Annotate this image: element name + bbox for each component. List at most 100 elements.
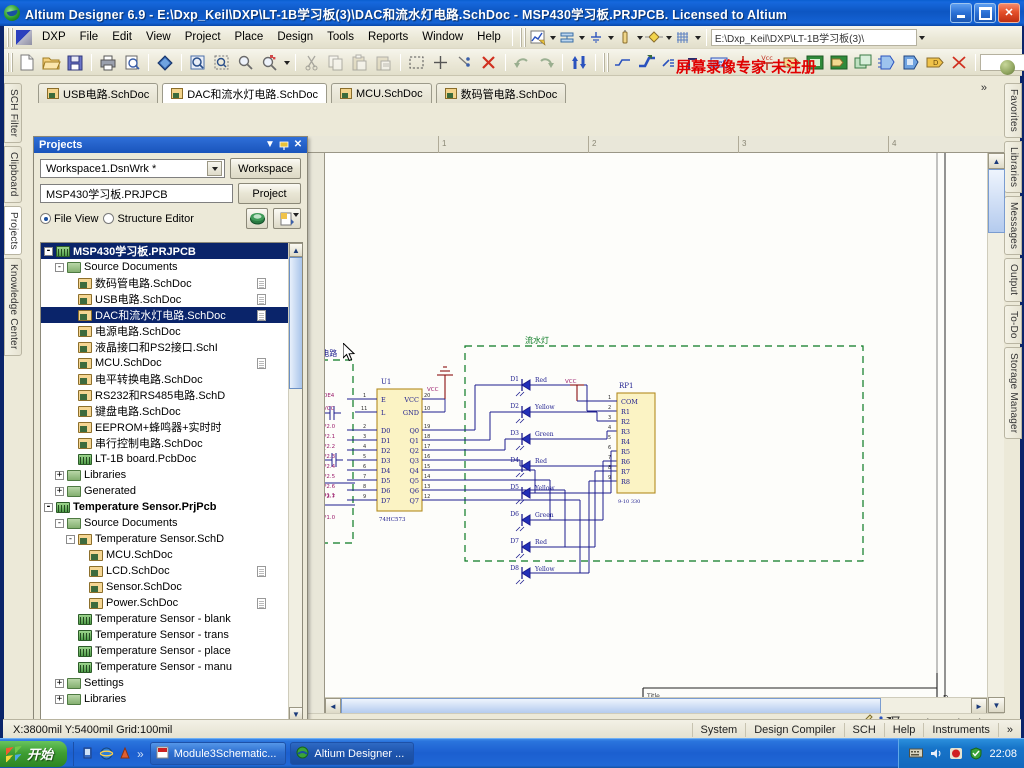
tree-node[interactable]: EEPROM+蜂鸣器+实时时	[41, 419, 288, 435]
red-dot-icon[interactable]	[949, 747, 963, 761]
status-panel-help[interactable]: Help	[883, 722, 924, 737]
tree-node[interactable]: + Libraries	[41, 467, 288, 483]
scroll-left-button[interactable]: ◄	[325, 698, 341, 714]
zoom-filter-icon[interactable]	[259, 52, 281, 73]
tree-node[interactable]: LT-1B board.PcbDoc	[41, 451, 288, 467]
tree-node[interactable]: - Source Documents	[41, 259, 288, 275]
tree-node[interactable]: 数码管电路.SchDoc	[41, 275, 288, 291]
expand-toggle-icon[interactable]: +	[55, 678, 64, 688]
paste-special-icon[interactable]	[373, 52, 395, 73]
print-icon[interactable]	[97, 52, 119, 73]
pin-icon[interactable]	[278, 139, 290, 151]
move-icon[interactable]	[430, 52, 452, 73]
tree-node[interactable]: 电源电路.SchDoc	[41, 323, 288, 339]
canvas-vertical-scrollbar[interactable]: ▲ ▼	[987, 153, 1005, 713]
expand-toggle-icon[interactable]: +	[55, 486, 64, 496]
save-icon[interactable]	[64, 52, 86, 73]
doc-tab-usb[interactable]: USB电路.SchDoc	[38, 83, 159, 103]
start-button[interactable]: 开始	[0, 740, 68, 767]
clear-filter-icon[interactable]	[454, 52, 476, 73]
keyboard-icon[interactable]	[909, 747, 924, 761]
doc-tab-mcu[interactable]: MCU.SchDoc	[331, 83, 432, 103]
tree-node[interactable]: + Generated	[41, 483, 288, 499]
doc-tabs-more-button[interactable]: »	[981, 82, 987, 94]
paste-icon[interactable]	[349, 52, 371, 73]
tree-node[interactable]: MCU.SchDoc	[41, 355, 288, 371]
dock-tab-clipboard[interactable]: Clipboard	[4, 146, 22, 203]
dock-tab-sch-filter[interactable]: SCH Filter	[4, 83, 22, 144]
tree-node[interactable]: + Libraries	[41, 691, 288, 707]
up-down-arrows-icon[interactable]	[568, 52, 590, 73]
zoom-selection-icon[interactable]	[211, 52, 233, 73]
delete-cross-icon[interactable]	[478, 52, 500, 73]
menu-design[interactable]: Design	[270, 28, 320, 46]
new-document-icon[interactable]	[16, 52, 38, 73]
volume-icon[interactable]	[929, 747, 943, 761]
expand-toggle-icon[interactable]: +	[55, 470, 64, 480]
menu-tools[interactable]: Tools	[320, 28, 361, 46]
menu-grip[interactable]	[6, 27, 13, 47]
close-button[interactable]: ✕	[998, 3, 1020, 23]
net-color-icon[interactable]	[644, 29, 663, 46]
taskbar-item-altium[interactable]: Altium Designer ...	[290, 742, 415, 765]
status-panel-design-compiler[interactable]: Design Compiler	[745, 722, 843, 737]
copy-icon[interactable]	[325, 52, 347, 73]
tree-node[interactable]: Power.SchDoc	[41, 595, 288, 611]
tree-node[interactable]: LCD.SchDoc	[41, 563, 288, 579]
workspace-button[interactable]: Workspace	[230, 158, 301, 179]
radio-structure-editor[interactable]: Structure Editor	[103, 213, 194, 225]
menu-project[interactable]: Project	[178, 28, 228, 46]
place-directive-icon[interactable]: D	[924, 52, 946, 73]
scroll-down-button[interactable]: ▼	[988, 697, 1005, 713]
dock-tab-output[interactable]: Output	[1004, 258, 1022, 302]
dock-tab-projects[interactable]: Projects	[4, 205, 22, 256]
compile-icon[interactable]	[246, 208, 268, 229]
zoom-dropdown-icon[interactable]	[282, 54, 291, 71]
open-folder-icon[interactable]	[40, 52, 62, 73]
radio-file-view[interactable]: File View	[40, 213, 98, 225]
chart-tool-dropdown-icon[interactable]	[548, 29, 557, 46]
tree-node[interactable]: + Settings	[41, 675, 288, 691]
project-tree[interactable]: - MSP430学习板.PRJPCB - Source Documents 数码管电路.…	[40, 242, 303, 722]
menu-edit[interactable]: Edit	[105, 28, 139, 46]
gnd-tool-dropdown-icon[interactable]	[606, 29, 615, 46]
tree-node[interactable]: 键盘电路.SchDoc	[41, 403, 288, 419]
open-project-icon[interactable]	[154, 52, 176, 73]
dock-tab-todo[interactable]: To-Do	[1004, 304, 1022, 345]
scroll-right-button[interactable]: ►	[971, 698, 987, 714]
chart-tool-icon[interactable]	[529, 29, 547, 46]
gnd-tool-icon[interactable]	[587, 29, 605, 46]
horizontal-scroll-thumb[interactable]	[341, 698, 881, 714]
clock[interactable]: 22:08	[989, 748, 1017, 760]
select-area-icon[interactable]	[406, 52, 428, 73]
redo-icon[interactable]	[535, 52, 557, 73]
tree-node[interactable]: - Temperature Sensor.PrjPcb	[41, 499, 288, 515]
show-desktop-icon[interactable]	[80, 746, 95, 761]
tree-scroll-up-button[interactable]: ▲	[289, 243, 302, 257]
options-icon[interactable]	[273, 208, 301, 229]
place-wire-icon[interactable]	[612, 52, 634, 73]
canvas-horizontal-scrollbar[interactable]: ◄ ►	[325, 697, 987, 714]
tree-node[interactable]: DAC和流水灯电路.SchDoc	[41, 307, 288, 323]
close-icon[interactable]: ✕	[292, 139, 304, 151]
tree-scroll-thumb[interactable]	[289, 257, 302, 389]
path-dropdown-icon[interactable]	[917, 29, 926, 46]
menu-window[interactable]: Window	[415, 28, 470, 46]
menu-dxp[interactable]: DXP	[35, 28, 73, 46]
path-combo[interactable]: E:\Dxp_Keil\DXP\LT-1B学习板(3)\	[710, 28, 917, 46]
minimize-button[interactable]	[950, 3, 972, 23]
tree-node[interactable]: - Source Documents	[41, 515, 288, 531]
collapse-toggle-icon[interactable]: -	[55, 518, 64, 528]
tree-node[interactable]: RS232和RS485电路.SchD	[41, 387, 288, 403]
tree-node[interactable]: USB电路.SchDoc	[41, 291, 288, 307]
tree-node[interactable]: 串行控制电路.SchDoc	[41, 435, 288, 451]
doc-tab-dac[interactable]: DAC和流水灯电路.SchDoc	[162, 83, 327, 103]
doc-tab-digitaltube[interactable]: 数码管电路.SchDoc	[435, 83, 567, 103]
quicklaunch-more-icon[interactable]: »	[137, 747, 144, 761]
menu-place[interactable]: Place	[228, 28, 271, 46]
bus-tool-dropdown-icon[interactable]	[577, 29, 586, 46]
dock-tab-libraries[interactable]: Libraries	[1004, 140, 1022, 194]
bus-tool-icon[interactable]	[558, 29, 576, 46]
status-panel-sch[interactable]: SCH	[843, 722, 884, 737]
status-panel-system[interactable]: System	[691, 722, 746, 737]
